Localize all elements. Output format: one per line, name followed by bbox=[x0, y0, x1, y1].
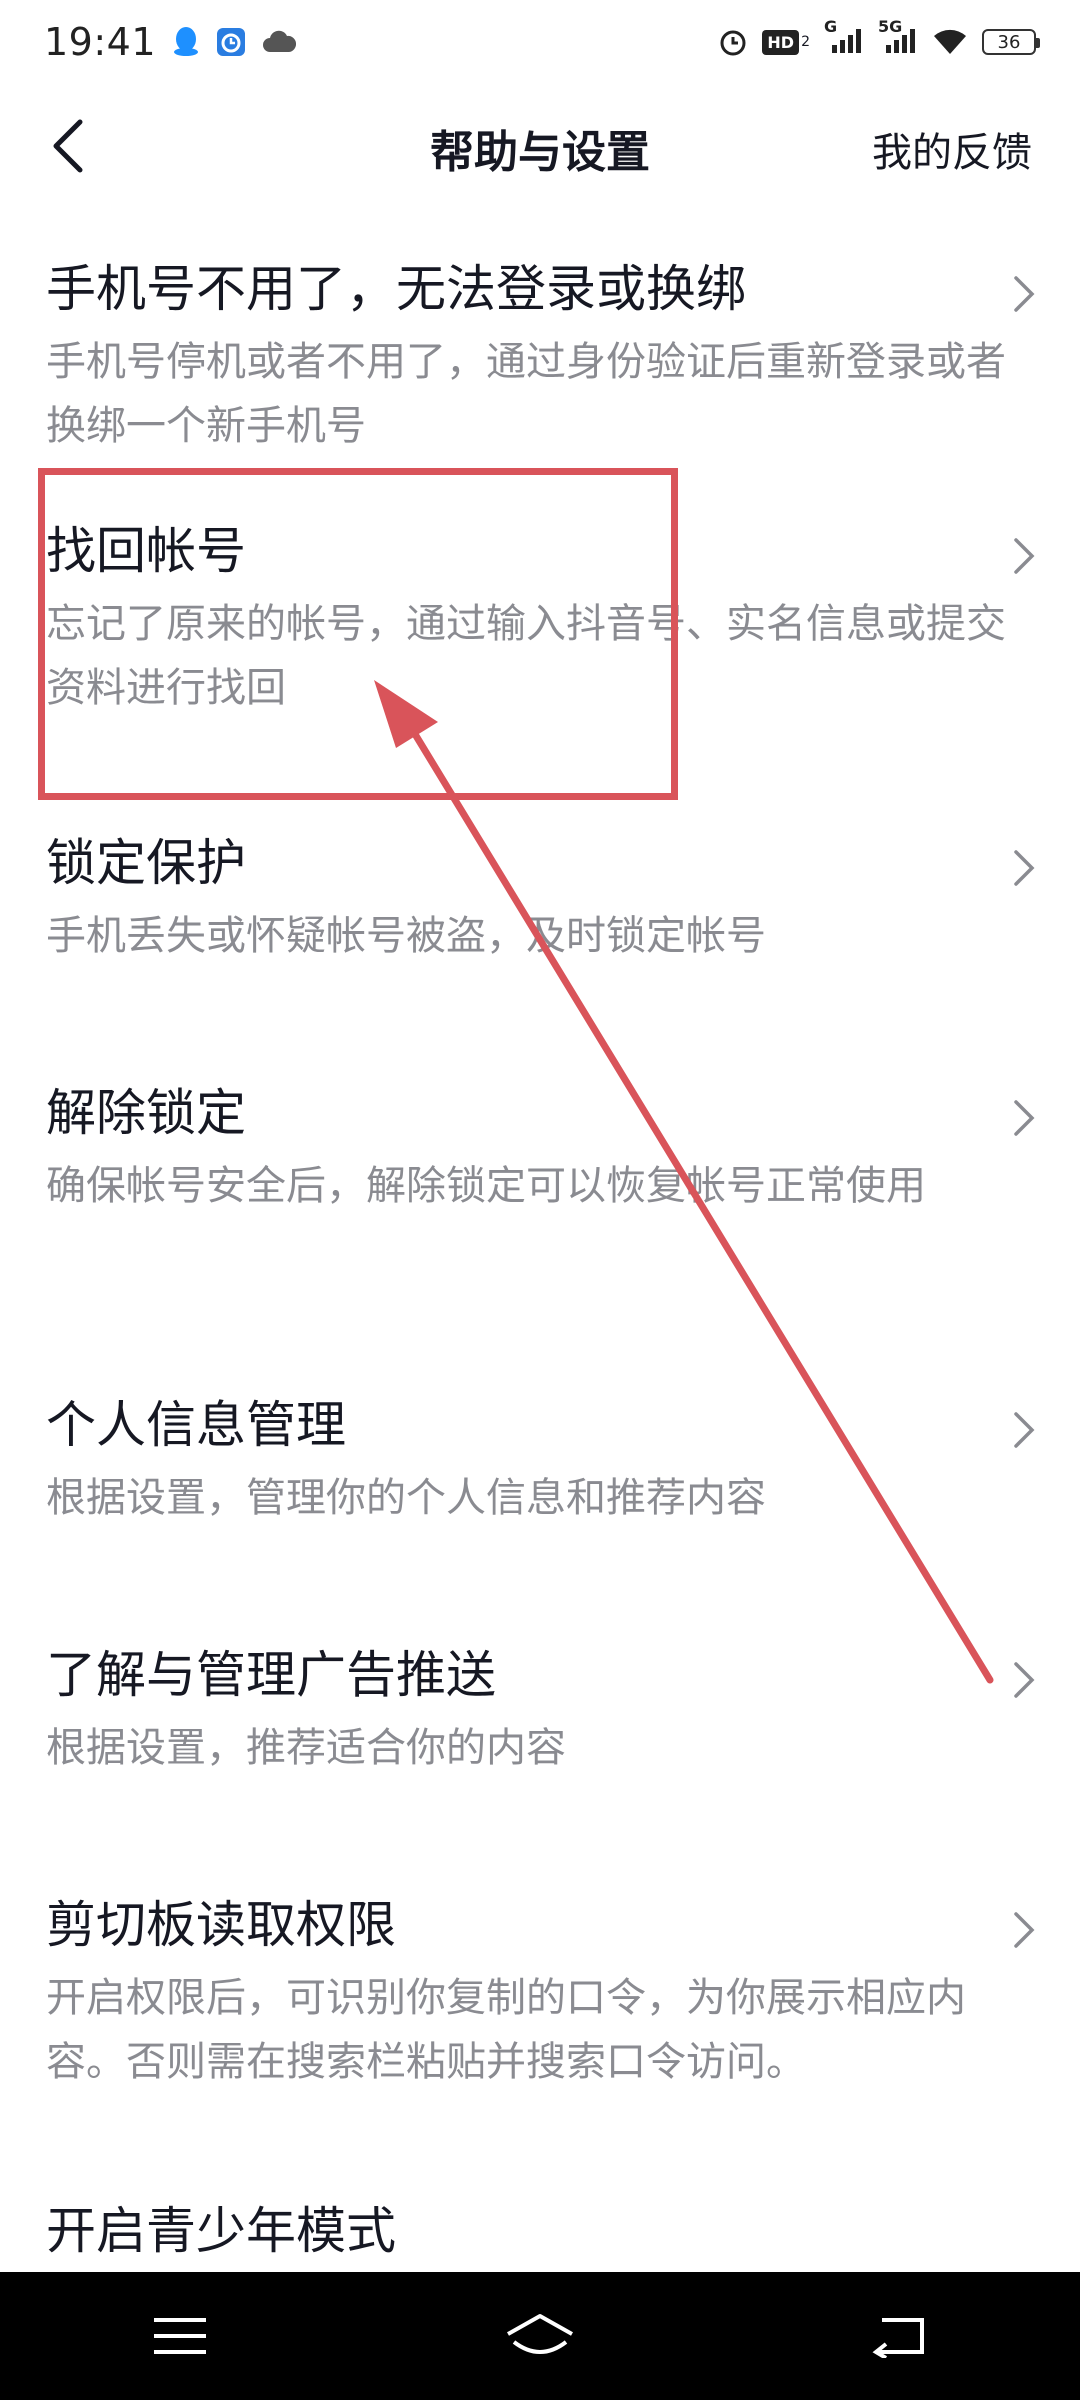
hd-sub: 2 bbox=[801, 34, 810, 50]
home-icon[interactable] bbox=[480, 2296, 600, 2376]
chevron-right-icon bbox=[1012, 1660, 1036, 1700]
item-desc: 根据设置，管理你的个人信息和推荐内容 bbox=[46, 1475, 766, 1521]
hd-label: HD bbox=[762, 29, 800, 55]
annotation-highlight-box bbox=[38, 468, 678, 800]
item-title: 剪切板读取权限 bbox=[46, 1896, 396, 1954]
list-item-change-phone[interactable]: 手机号不用了，无法登录或换绑 手机号停机或者不用了，通过身份验证后重新登录或者换… bbox=[0, 208, 1080, 470]
back-nav-icon[interactable] bbox=[840, 2296, 960, 2376]
chevron-right-icon bbox=[1012, 536, 1036, 576]
signal-g-icon: G bbox=[824, 17, 864, 57]
navigation-bar bbox=[0, 2272, 1080, 2400]
alarm-app-icon bbox=[216, 27, 246, 57]
item-desc: 开启权限后，可识别你复制的口令，为你展示相应内容。否则需在搜索栏粘贴并搜索口令访… bbox=[46, 1975, 966, 2085]
chevron-right-icon bbox=[1012, 1910, 1036, 1950]
item-title: 个人信息管理 bbox=[46, 1396, 346, 1454]
item-title: 开启青少年模式 bbox=[46, 2202, 396, 2260]
list-item-unlock[interactable]: 解除锁定 确保帐号安全后，解除锁定可以恢复帐号正常使用 bbox=[0, 1032, 1080, 1344]
item-title: 手机号不用了，无法登录或换绑 bbox=[46, 260, 746, 318]
status-right: HD 2 G 5G 36 bbox=[718, 17, 1040, 57]
chevron-right-icon bbox=[1012, 1098, 1036, 1138]
list-item-clipboard-permission[interactable]: 剪切板读取权限 开启权限后，可识别你复制的口令，为你展示相应内容。否则需在搜索栏… bbox=[0, 1844, 1080, 2160]
menu-icon[interactable] bbox=[120, 2296, 240, 2376]
feedback-link[interactable]: 我的反馈 bbox=[872, 120, 1032, 178]
chevron-right-icon bbox=[1012, 848, 1036, 888]
hd-icon: HD 2 bbox=[762, 29, 810, 55]
cloud-icon bbox=[262, 28, 297, 56]
status-time: 19:41 bbox=[44, 20, 157, 64]
list-item-lock-protection[interactable]: 锁定保护 手机丢失或怀疑帐号被盗，及时锁定帐号 bbox=[0, 782, 1080, 1032]
signal-5g-label: 5G bbox=[878, 17, 903, 36]
chevron-right-icon bbox=[1012, 1410, 1036, 1450]
list-item-personal-info[interactable]: 个人信息管理 根据设置，管理你的个人信息和推荐内容 bbox=[0, 1344, 1080, 1594]
status-bar: 19:41 HD 2 G 5G 36 bbox=[0, 0, 1080, 84]
status-left: 19:41 bbox=[44, 20, 297, 64]
item-title: 了解与管理广告推送 bbox=[46, 1646, 496, 1704]
item-desc: 手机丢失或怀疑帐号被盗，及时锁定帐号 bbox=[46, 913, 766, 959]
wifi-icon bbox=[932, 28, 968, 56]
signal-g-label: G bbox=[824, 17, 838, 36]
battery-indicator: 36 bbox=[982, 29, 1040, 55]
header: 帮助与设置 我的反馈 bbox=[0, 84, 1080, 208]
item-desc: 根据设置，推荐适合你的内容 bbox=[46, 1725, 566, 1771]
signal-5g-icon: 5G bbox=[878, 17, 918, 57]
item-title: 解除锁定 bbox=[46, 1084, 246, 1142]
item-desc: 手机号停机或者不用了，通过身份验证后重新登录或者换绑一个新手机号 bbox=[46, 339, 1006, 449]
list-item-ad-management[interactable]: 了解与管理广告推送 根据设置，推荐适合你的内容 bbox=[0, 1594, 1080, 1844]
qq-icon bbox=[172, 26, 200, 58]
alarm-clock-icon bbox=[718, 27, 748, 57]
chevron-right-icon bbox=[1012, 274, 1036, 314]
battery-level: 36 bbox=[997, 31, 1021, 53]
item-desc: 确保帐号安全后，解除锁定可以恢复帐号正常使用 bbox=[46, 1163, 926, 1209]
